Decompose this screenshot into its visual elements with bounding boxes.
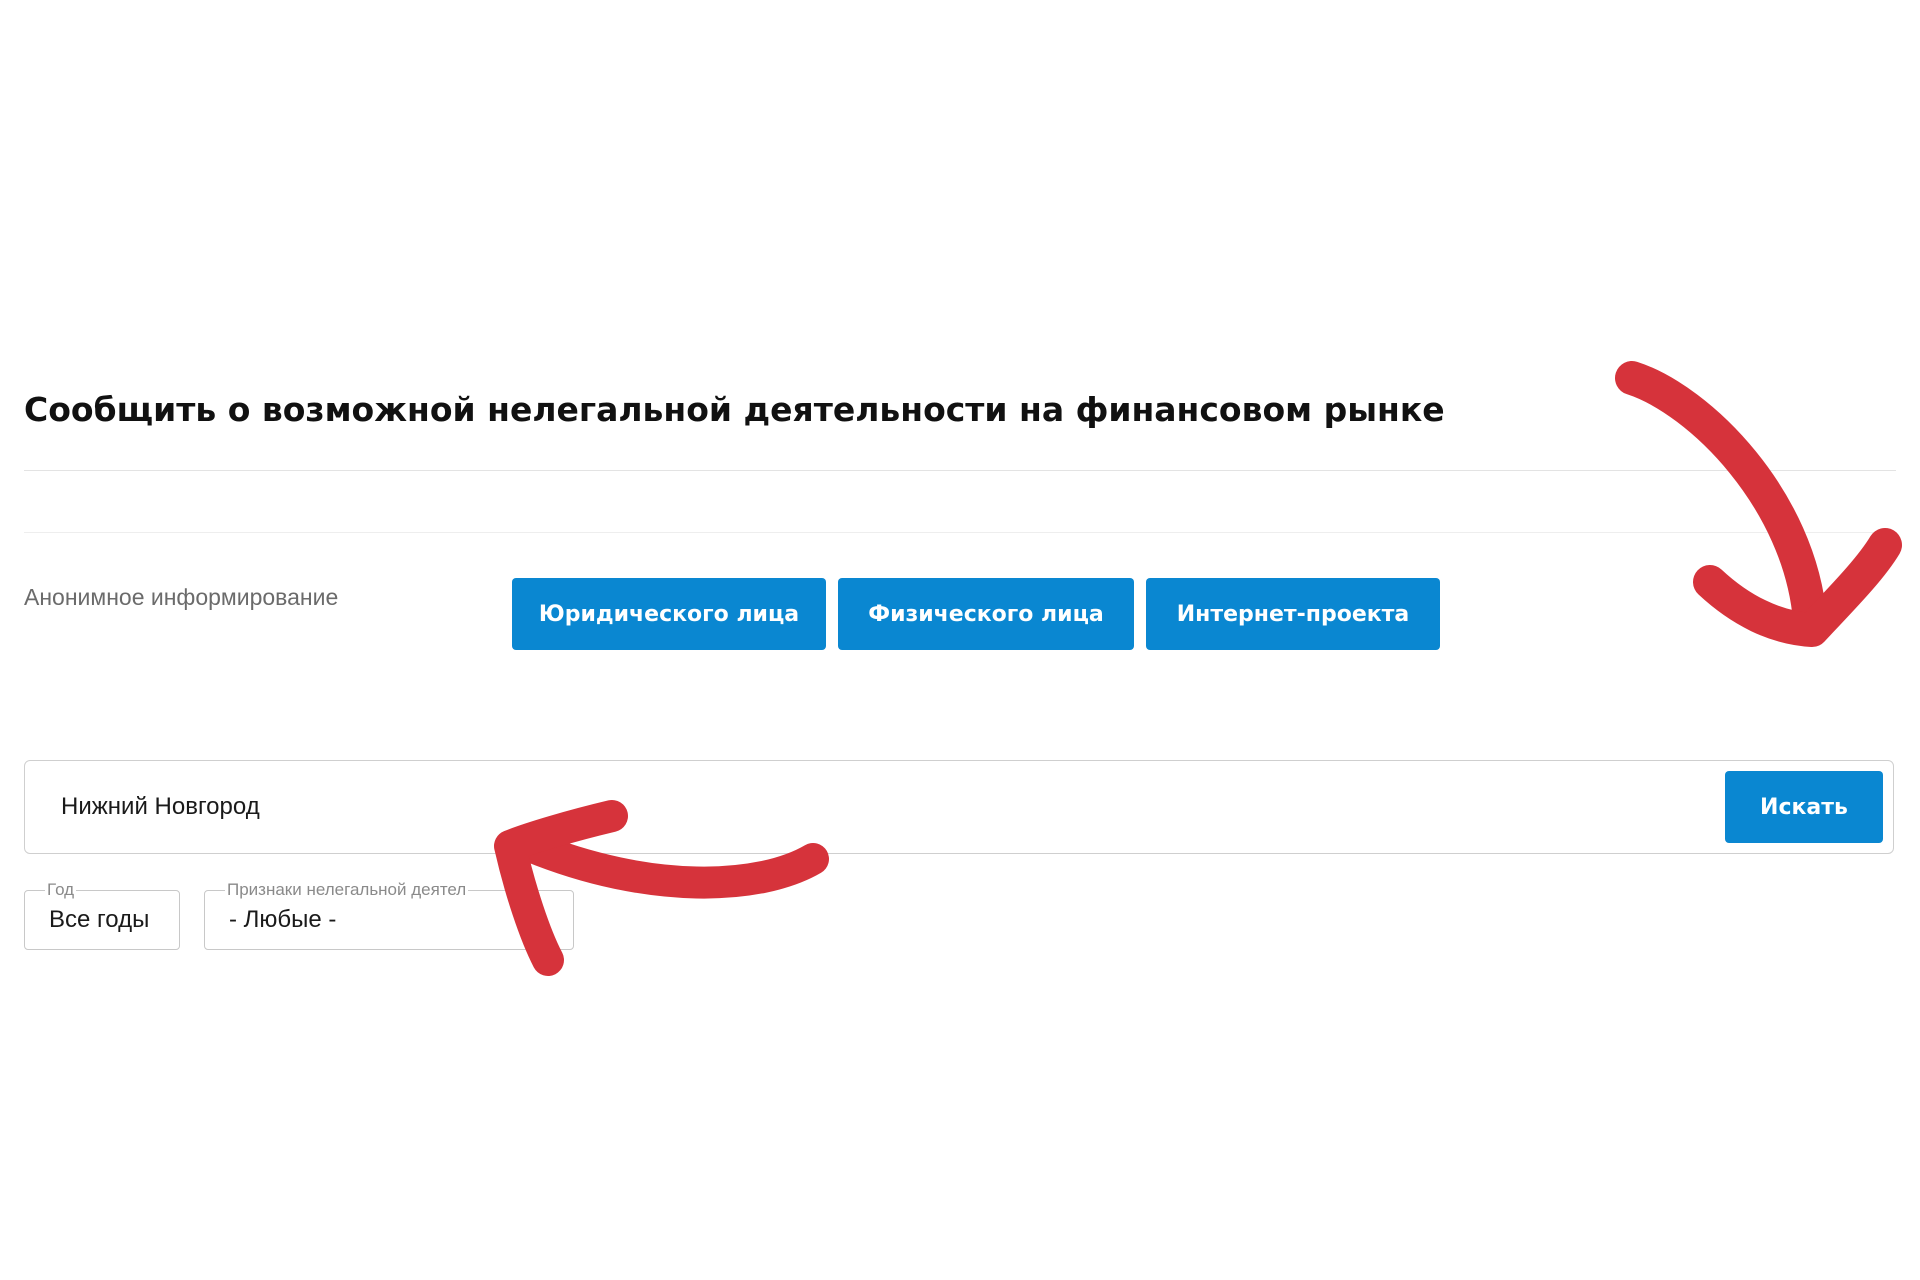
illegal-signs-filter-select[interactable]: Признаки нелегальной деятел - Любые - bbox=[204, 880, 574, 950]
year-filter-select[interactable]: Год Все годы bbox=[24, 880, 180, 950]
illegal-signs-filter-value: - Любые - bbox=[229, 906, 337, 933]
search-bar: Нижний Новгород Искать bbox=[24, 760, 1894, 854]
year-filter-legend: Год bbox=[45, 880, 77, 900]
illegal-signs-filter-legend: Признаки нелегальной деятел bbox=[225, 880, 469, 900]
year-filter-value: Все годы bbox=[49, 906, 150, 933]
internet-project-button[interactable]: Интернет-проекта bbox=[1146, 578, 1440, 650]
search-button[interactable]: Искать bbox=[1725, 771, 1883, 843]
title-divider bbox=[24, 470, 1896, 471]
page-title: Сообщить о возможной нелегальной деятель… bbox=[24, 390, 1445, 429]
individual-button[interactable]: Физического лица bbox=[838, 578, 1134, 650]
legal-entity-button[interactable]: Юридического лица bbox=[512, 578, 826, 650]
report-type-buttons: Юридического лица Физического лица Интер… bbox=[512, 578, 1440, 650]
anonymous-report-label: Анонимное информирование bbox=[24, 584, 339, 610]
section-divider bbox=[24, 532, 1896, 533]
red-arrow-down-right-icon bbox=[1615, 361, 1827, 637]
search-input[interactable]: Нижний Новгород bbox=[61, 761, 1701, 853]
red-arrowhead-down-right-icon bbox=[1693, 528, 1902, 647]
